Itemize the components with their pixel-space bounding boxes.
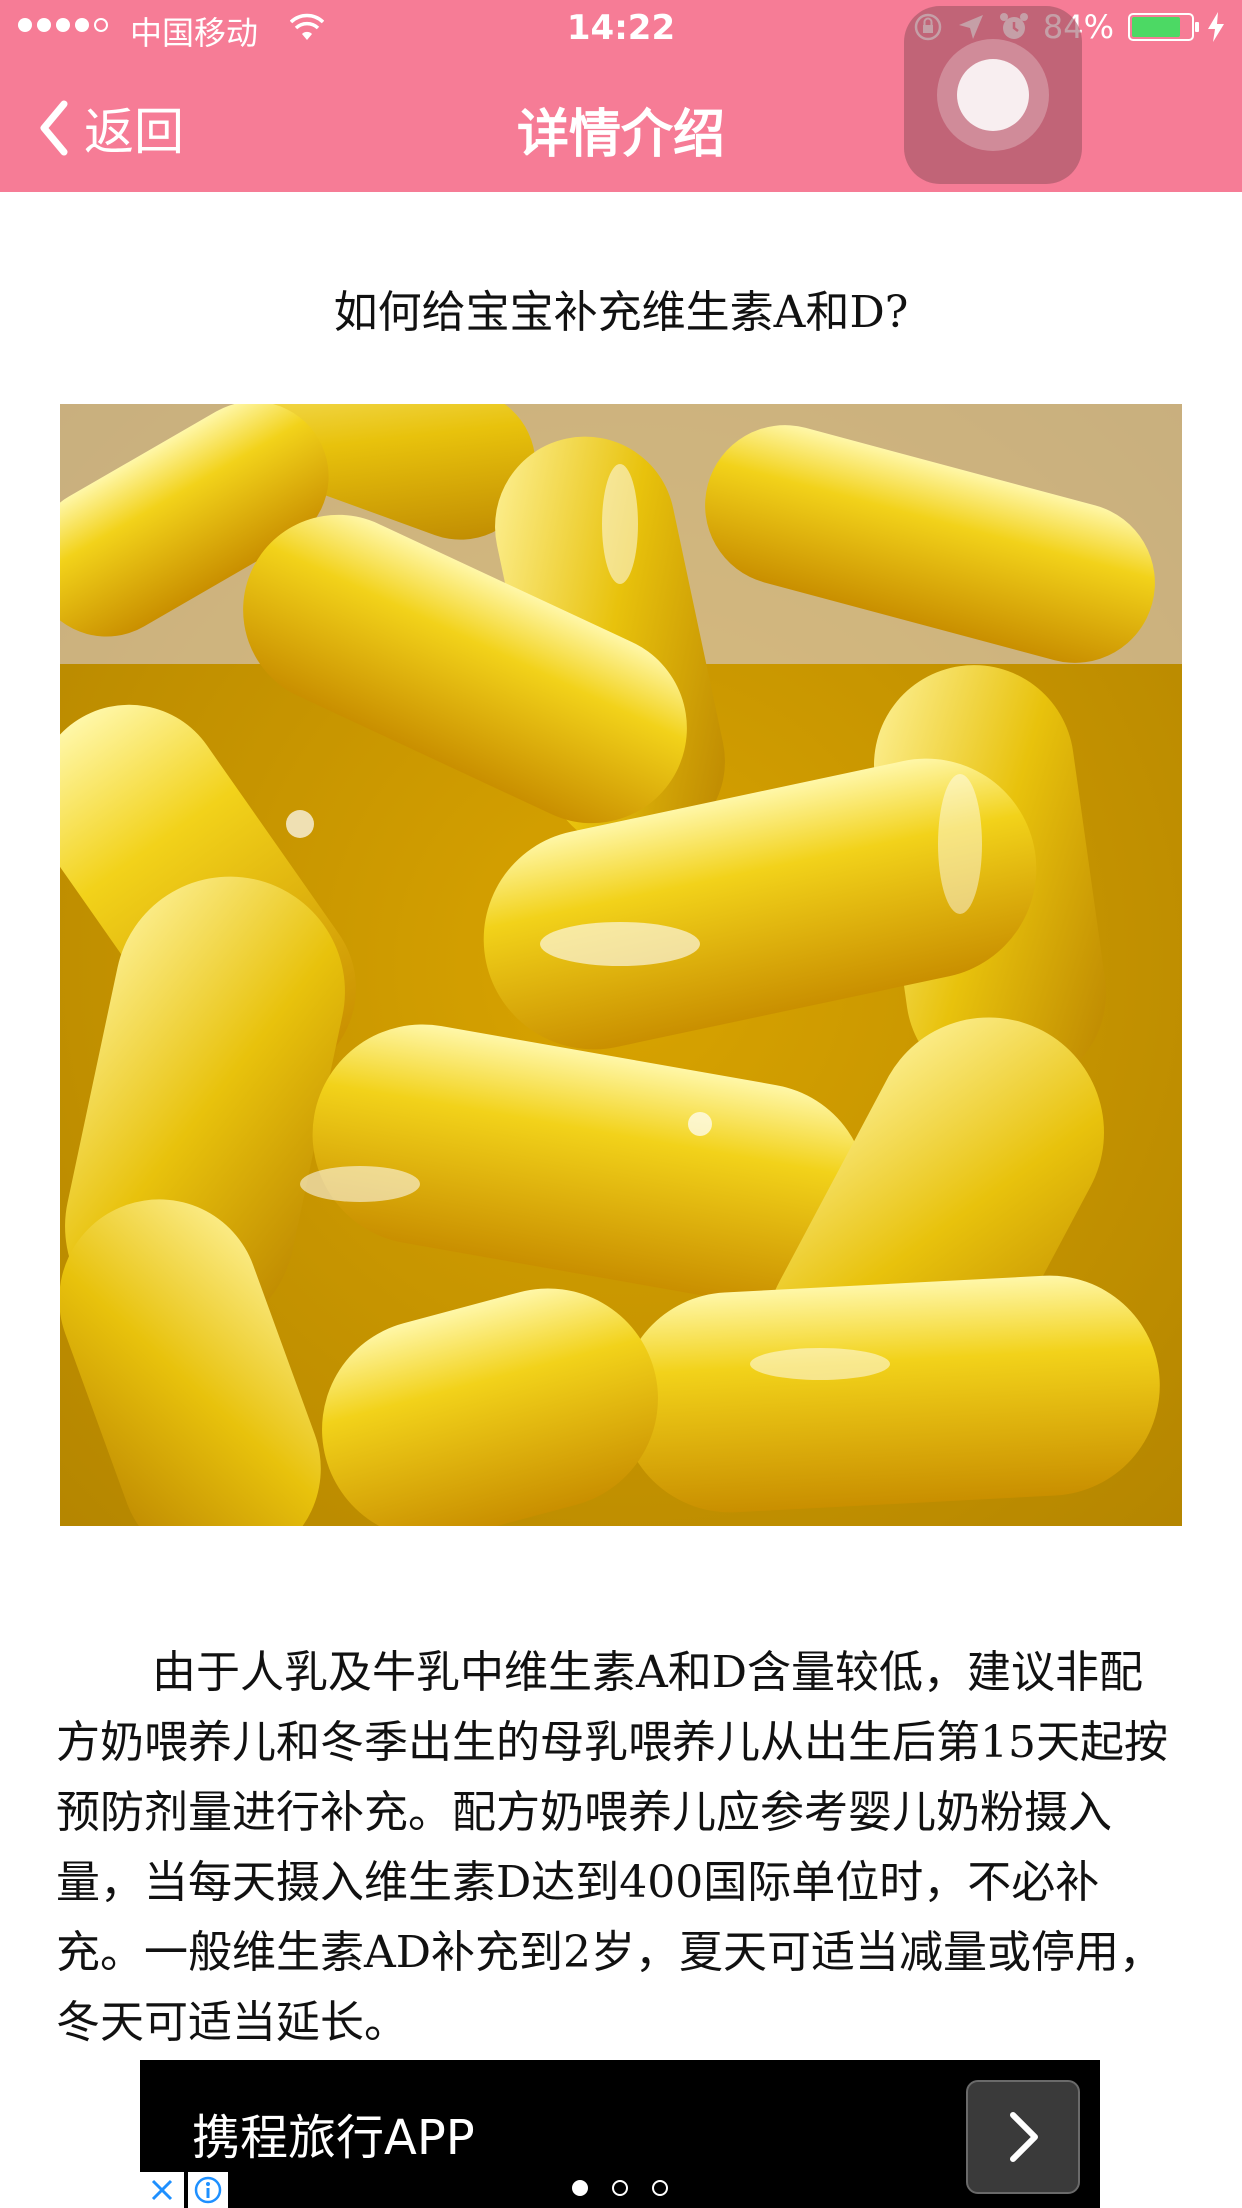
charging-icon xyxy=(1208,12,1224,42)
assistive-touch-knob xyxy=(957,59,1029,131)
battery-icon xyxy=(1128,13,1199,41)
chevron-right-icon xyxy=(1010,2112,1038,2162)
ad-page-dot[interactable] xyxy=(612,2180,628,2196)
ad-page-dot[interactable] xyxy=(652,2180,668,2196)
ad-page-indicator xyxy=(140,2180,1100,2196)
battery-fill xyxy=(1132,17,1181,37)
assistive-touch-ring xyxy=(937,39,1049,151)
ad-banner[interactable]: 携程旅行APP xyxy=(140,2060,1100,2208)
ad-page-dot[interactable] xyxy=(572,2180,588,2196)
assistive-touch-button[interactable] xyxy=(904,6,1082,184)
ad-text: 携程旅行APP xyxy=(192,2110,475,2166)
vitamin-capsules-image xyxy=(60,404,1182,1526)
article-image xyxy=(60,404,1182,1526)
ad-open-button[interactable] xyxy=(966,2080,1080,2194)
top-bar: 中国移动 14:22 84% xyxy=(0,0,1242,192)
article-headline: 如何给宝宝补充维生素A和D? xyxy=(333,287,909,338)
article-body: 由于人乳及牛乳中维生素A和D含量较低，建议非配方奶喂养儿和冬季出生的母乳喂养儿从… xyxy=(56,1647,1168,2048)
